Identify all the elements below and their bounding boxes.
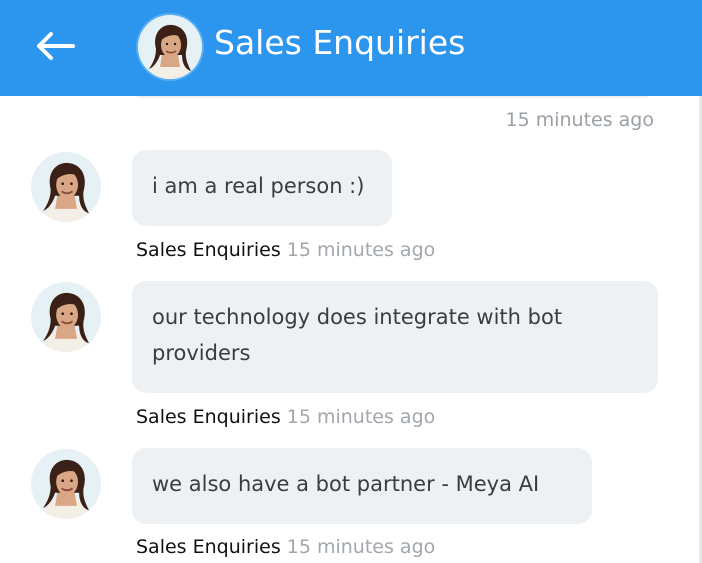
message-bubble: we also have a bot partner - Meya AI xyxy=(132,448,592,524)
message-bubble: our technology does integrate with bot p… xyxy=(132,281,658,393)
message-time: 15 minutes ago xyxy=(286,406,436,428)
message-meta: Sales Enquiries 15 minutes ago xyxy=(136,405,435,429)
chat-title: Sales Enquiries xyxy=(214,23,466,62)
sender-avatar xyxy=(31,449,101,519)
message-text: our technology does integrate with bot p… xyxy=(152,305,563,365)
sender-name: Sales Enquiries xyxy=(136,239,281,261)
sender-avatar xyxy=(31,152,101,222)
message-bubble: i am a real person :) xyxy=(132,150,392,226)
sender-name: Sales Enquiries xyxy=(136,536,281,558)
chat-header: Sales Enquiries xyxy=(0,0,702,96)
message-time: 15 minutes ago xyxy=(286,239,436,261)
previous-message-time: 15 minutes ago xyxy=(505,109,655,131)
message-meta: Sales Enquiries 15 minutes ago xyxy=(136,238,435,262)
sender-avatar xyxy=(31,282,101,352)
message-meta: Sales Enquiries 15 minutes ago xyxy=(136,535,435,559)
arrow-left-icon xyxy=(37,32,75,60)
sender-name: Sales Enquiries xyxy=(136,406,281,428)
agent-avatar xyxy=(138,15,202,79)
message-time: 15 minutes ago xyxy=(286,536,436,558)
back-button[interactable] xyxy=(33,28,77,64)
message-text: i am a real person :) xyxy=(152,174,365,198)
message-text: we also have a bot partner - Meya AI xyxy=(152,472,540,496)
